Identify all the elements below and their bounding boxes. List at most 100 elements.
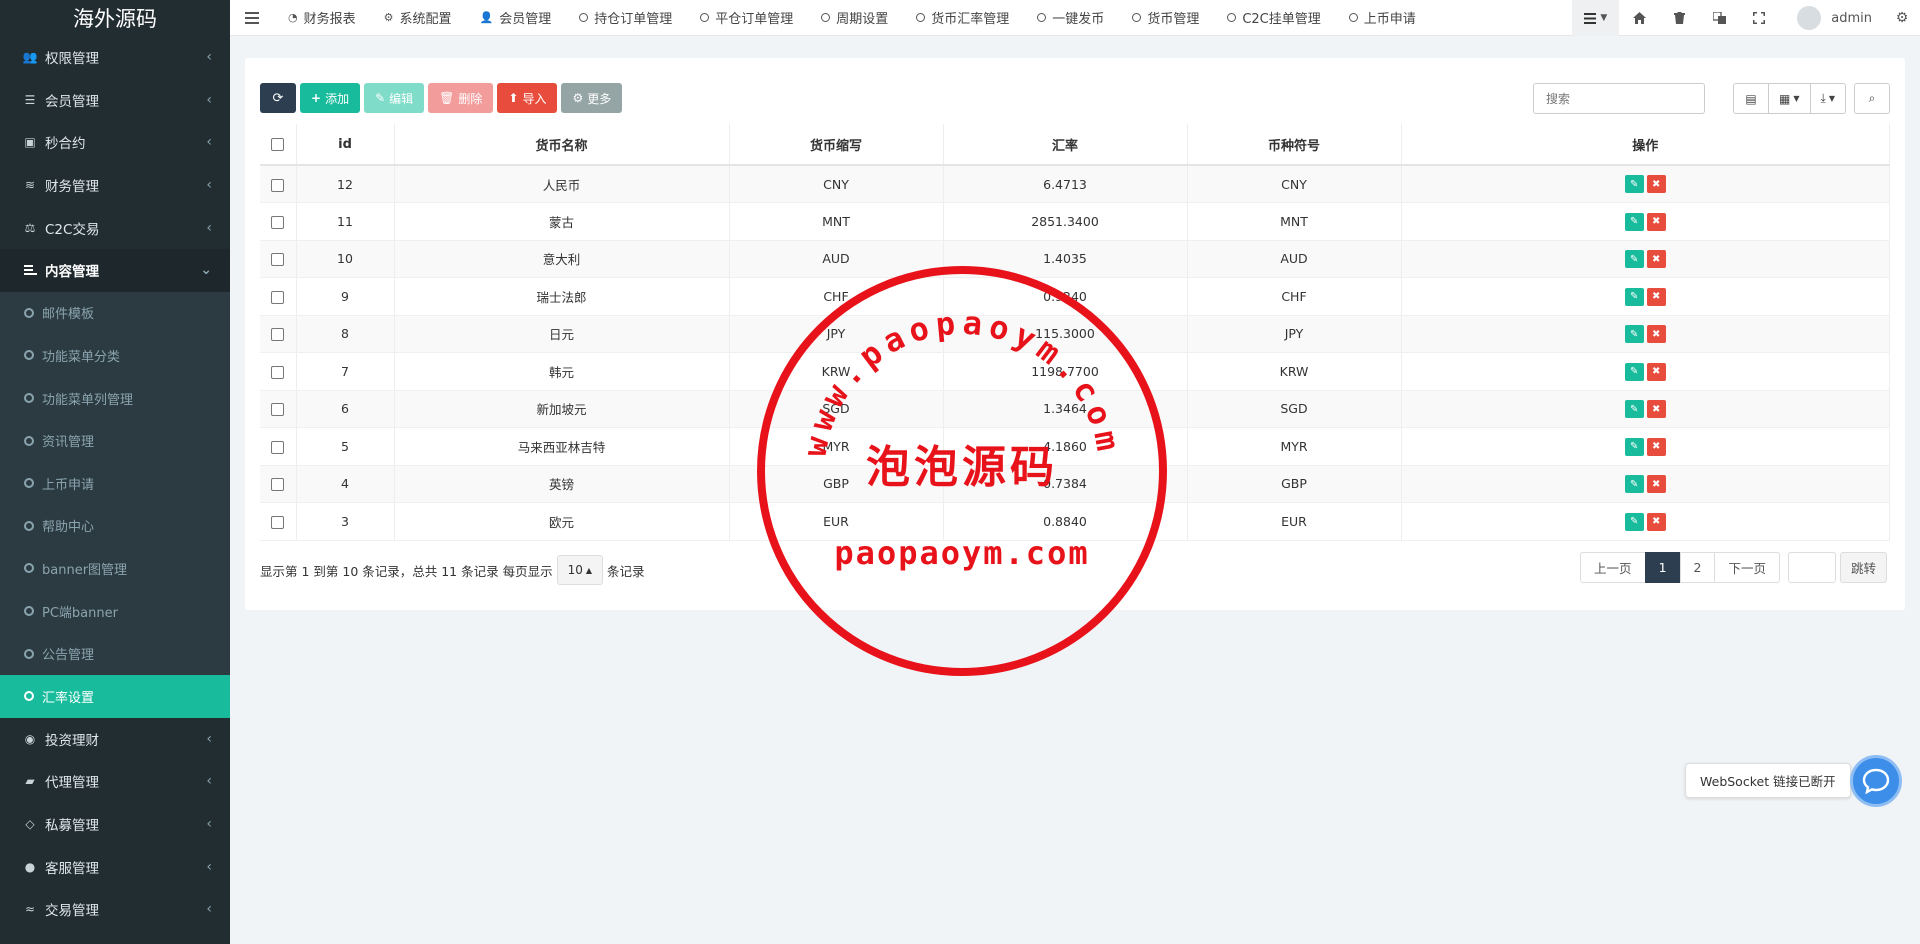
row-checkbox[interactable] <box>271 440 285 454</box>
page-number-button[interactable]: 1 <box>1644 552 1681 583</box>
jump-page-input[interactable] <box>1787 552 1836 583</box>
sidebar-subitem[interactable]: PC端banner <box>0 590 230 633</box>
settings-button[interactable]: ⚙ <box>1884 0 1920 36</box>
row-edit-button[interactable]: ✎ <box>1624 475 1644 493</box>
table-row[interactable]: 5 马来西亚林吉特 MYR 4.1860 MYR ✎ ✖ <box>260 427 1890 466</box>
row-edit-button[interactable]: ✎ <box>1624 325 1644 343</box>
top-tab[interactable]: 👤 会员管理 <box>466 0 566 36</box>
row-edit-button[interactable]: ✎ <box>1624 512 1644 531</box>
add-button[interactable]: + 添加 <box>300 83 361 113</box>
sidebar-item-content-management[interactable]: 内容管理 ⌄ <box>0 248 230 292</box>
sidebar-item-briefcase[interactable]: ▰ 代理管理 ‹ <box>0 760 230 803</box>
columns-button[interactable]: ▦ ▼ <box>1768 83 1811 114</box>
row-checkbox[interactable] <box>271 178 285 192</box>
row-checkbox[interactable] <box>271 365 285 379</box>
row-checkbox[interactable] <box>271 253 285 267</box>
edit-button[interactable]: ✎ 编辑 <box>364 83 425 113</box>
chat-bubble-button[interactable] <box>1850 755 1902 807</box>
top-tab[interactable]: ◔ 财务报表 <box>274 0 370 36</box>
sidebar-subitem[interactable]: 功能菜单分类 <box>0 334 230 377</box>
top-tab[interactable]: 货币汇率管理 <box>902 0 1023 36</box>
table-row[interactable]: 8 日元 JPY 115.3000 JPY ✎ ✖ <box>260 315 1890 353</box>
column-header-rate[interactable]: 汇率 <box>943 124 1188 166</box>
column-header-symbol[interactable]: 币种符号 <box>1187 124 1402 166</box>
row-delete-button[interactable]: ✖ <box>1646 250 1666 268</box>
row-edit-button[interactable]: ✎ <box>1624 400 1644 418</box>
row-delete-button[interactable]: ✖ <box>1646 475 1666 493</box>
row-delete-button[interactable]: ✖ <box>1646 362 1666 381</box>
sidebar-subitem[interactable]: 公告管理 <box>0 632 230 675</box>
row-delete-button[interactable]: ✖ <box>1646 512 1666 531</box>
sidebar-item-comment[interactable]: ● 客服管理 ‹ <box>0 845 230 888</box>
jump-button[interactable]: 跳转 <box>1839 552 1887 583</box>
top-tab[interactable]: C2C挂单管理 <box>1213 0 1334 36</box>
row-checkbox[interactable] <box>271 328 285 342</box>
row-checkbox[interactable] <box>271 290 285 304</box>
top-tab[interactable]: 周期设置 <box>807 0 902 36</box>
top-tab[interactable]: 平仓订单管理 <box>686 0 807 36</box>
sidebar-item-database[interactable]: ≋ 财务管理 ‹ <box>0 164 230 207</box>
table-row[interactable]: 7 韩元 KRW 1198.7700 KRW ✎ ✖ <box>260 352 1890 391</box>
sidebar-subitem[interactable]: 功能菜单列管理 <box>0 377 230 420</box>
sidebar-item-balance[interactable]: ⚖ C2C交易 ‹ <box>0 206 230 249</box>
top-tab[interactable]: ⚙ 系统配置 <box>370 0 466 36</box>
row-checkbox[interactable] <box>271 515 285 529</box>
row-delete-button[interactable]: ✖ <box>1646 400 1666 418</box>
table-row[interactable]: 10 意大利 AUD 1.4035 AUD ✎ ✖ <box>260 240 1890 278</box>
import-button[interactable]: ⬆ 导入 <box>497 83 558 113</box>
sidebar-item-handshake[interactable]: ≈ 交易管理 ‹ <box>0 888 230 931</box>
sidebar-subitem[interactable]: banner图管理 <box>0 547 230 590</box>
table-row[interactable]: 3 欧元 EUR 0.8840 EUR ✎ ✖ <box>260 502 1890 541</box>
row-delete-button[interactable]: ✖ <box>1646 287 1666 306</box>
row-delete-button[interactable]: ✖ <box>1646 325 1666 343</box>
delete-button[interactable]: 🗑 删除 <box>428 83 494 113</box>
sidebar-subitem[interactable]: 上币申请 <box>0 462 230 505</box>
top-tab[interactable]: 一键发币 <box>1023 0 1118 36</box>
row-checkbox[interactable] <box>271 215 285 229</box>
brand-logo[interactable]: 海外源码 <box>0 0 230 36</box>
user-menu[interactable]: admin <box>1779 0 1884 36</box>
row-edit-button[interactable]: ✎ <box>1624 362 1644 381</box>
top-tab[interactable]: 上币申请 <box>1335 0 1430 36</box>
fullscreen-button[interactable] <box>1739 0 1779 36</box>
top-tab[interactable]: 货币管理 <box>1118 0 1213 36</box>
row-edit-button[interactable]: ✎ <box>1624 287 1644 306</box>
refresh-button[interactable]: ⟳ <box>260 83 296 113</box>
sidebar-subitem[interactable]: 邮件模板 <box>0 292 230 335</box>
search-input[interactable] <box>1533 83 1705 114</box>
table-row[interactable]: 6 新加坡元 SGD 1.3464 SGD ✎ ✖ <box>260 390 1890 428</box>
sidebar-item-users[interactable]: 👥 权限管理 ‹ <box>0 36 230 79</box>
column-header-abbr[interactable]: 货币缩写 <box>729 124 944 166</box>
row-delete-button[interactable]: ✖ <box>1646 212 1666 231</box>
table-row[interactable]: 9 瑞士法郎 CHF 0.9240 CHF ✎ ✖ <box>260 277 1890 316</box>
column-header-name[interactable]: 货币名称 <box>394 124 730 166</box>
sidebar-toggle-button[interactable] <box>230 0 274 36</box>
top-tab[interactable]: 持仓订单管理 <box>565 0 686 36</box>
advanced-search-button[interactable]: ⌕ <box>1854 83 1890 114</box>
table-row[interactable]: 12 人民币 CNY 6.4713 CNY ✎ ✖ <box>260 165 1890 203</box>
sidebar-subitem[interactable]: 帮助中心 <box>0 505 230 548</box>
clear-cache-button[interactable] <box>1659 0 1699 36</box>
row-edit-button[interactable]: ✎ <box>1624 250 1644 268</box>
row-edit-button[interactable]: ✎ <box>1624 437 1644 456</box>
prev-page-button[interactable]: 上一页 <box>1580 552 1646 583</box>
row-edit-button[interactable]: ✎ <box>1624 175 1644 194</box>
sidebar-item-compass[interactable]: ◉ 投资理财 ‹ <box>0 718 230 761</box>
row-delete-button[interactable]: ✖ <box>1646 437 1666 456</box>
row-checkbox[interactable] <box>271 478 285 492</box>
sidebar-item-calendar[interactable]: ▣ 秒合约 ‹ <box>0 121 230 164</box>
page-number-button[interactable]: 2 <box>1679 552 1716 583</box>
table-row[interactable]: 11 蒙古 MNT 2851.3400 MNT ✎ ✖ <box>260 202 1890 241</box>
sidebar-subitem[interactable]: 汇率设置 <box>0 674 230 718</box>
column-header-id[interactable]: id <box>296 124 395 166</box>
select-all-checkbox[interactable] <box>271 137 285 151</box>
home-button[interactable] <box>1619 0 1659 36</box>
row-edit-button[interactable]: ✎ <box>1624 212 1644 231</box>
next-page-button[interactable]: 下一页 <box>1714 552 1780 583</box>
more-button[interactable]: ⚙ 更多 <box>561 83 623 113</box>
sidebar-subitem[interactable]: 资讯管理 <box>0 419 230 462</box>
sidebar-item-diamond[interactable]: ◇ 私募管理 ‹ <box>0 803 230 846</box>
toggle-view-button[interactable]: ▤ <box>1733 83 1770 114</box>
language-button[interactable] <box>1699 0 1739 36</box>
row-checkbox[interactable] <box>271 403 285 417</box>
